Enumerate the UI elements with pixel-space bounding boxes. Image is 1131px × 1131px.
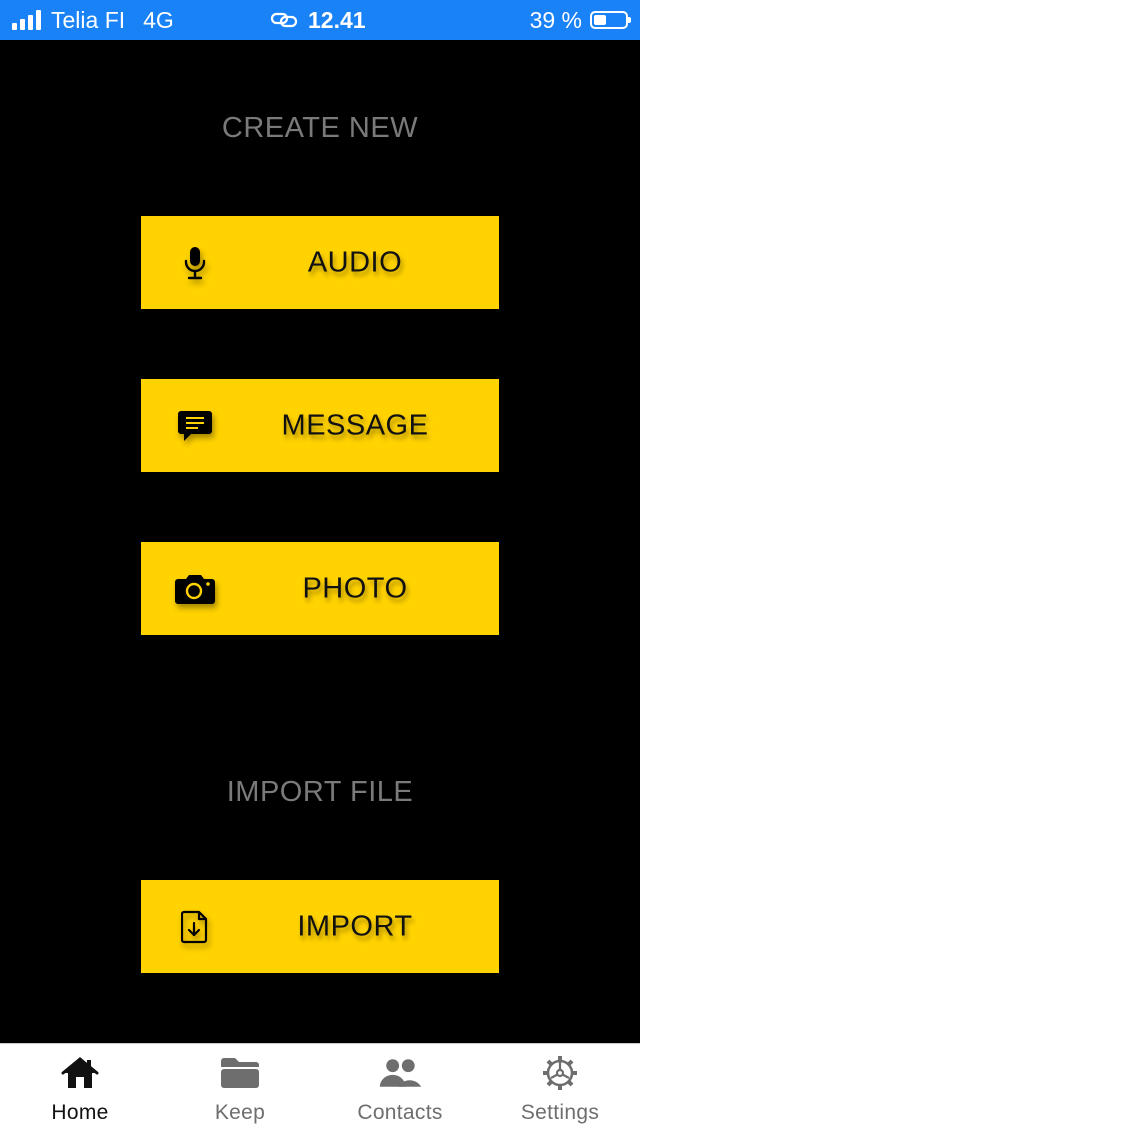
battery-level xyxy=(594,15,606,25)
tab-home[interactable]: Home xyxy=(0,1044,160,1131)
tab-settings-label: Settings xyxy=(520,1101,600,1124)
app-screen: Telia FI 4G 12.41 39 % CREATE NEW AUDIO … xyxy=(0,0,640,1131)
tab-contacts[interactable]: Contacts xyxy=(320,1044,480,1131)
message-button[interactable]: MESSAGE xyxy=(141,379,499,472)
home-icon xyxy=(58,1053,102,1093)
status-center: 12.41 xyxy=(270,0,366,40)
tab-keep-label: Keep xyxy=(214,1101,266,1124)
audio-button-label: AUDIO xyxy=(307,246,403,278)
create-new-title: CREATE NEW xyxy=(221,112,419,144)
import-button[interactable]: IMPORT xyxy=(141,880,499,973)
status-left: Telia FI 4G xyxy=(12,0,174,40)
import-button-label: IMPORT xyxy=(297,910,413,942)
network-type: 4G xyxy=(143,6,174,33)
tab-bar: Home Keep Contacts Settings xyxy=(0,1043,640,1131)
battery-percent: 39 % xyxy=(529,6,582,33)
clock: 12.41 xyxy=(308,6,366,33)
contacts-icon xyxy=(378,1053,422,1093)
import-file-title: IMPORT FILE xyxy=(226,776,414,808)
tab-settings[interactable]: Settings xyxy=(480,1044,640,1131)
folder-icon xyxy=(218,1053,262,1093)
audio-button[interactable]: AUDIO xyxy=(141,216,499,309)
status-right: 39 % xyxy=(529,0,631,40)
signal-strength-icon xyxy=(12,10,41,30)
photo-button-label: PHOTO xyxy=(302,572,408,604)
tab-contacts-label: Contacts xyxy=(357,1101,443,1124)
photo-button[interactable]: PHOTO xyxy=(141,542,499,635)
tab-home-label: Home xyxy=(51,1101,109,1124)
status-bar: Telia FI 4G 12.41 39 % xyxy=(0,0,640,40)
gear-icon xyxy=(538,1053,582,1093)
tab-keep[interactable]: Keep xyxy=(160,1044,320,1131)
battery-icon xyxy=(590,11,631,29)
link-icon xyxy=(270,12,298,28)
message-button-label: MESSAGE xyxy=(281,409,429,441)
carrier-name: Telia FI xyxy=(51,6,126,33)
